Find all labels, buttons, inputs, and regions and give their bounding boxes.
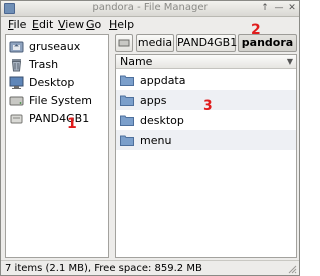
menu-help[interactable]: Help <box>109 18 134 32</box>
menu-view[interactable]: View <box>58 18 84 32</box>
resize-grip-icon[interactable] <box>287 264 297 274</box>
close-icon[interactable]: ✕ <box>286 2 298 14</box>
sidebar-item-trash[interactable]: Trash <box>9 55 107 73</box>
menu-help-label: elp <box>117 18 135 31</box>
sidebar-item-filesystem[interactable]: File System <box>9 91 107 109</box>
menu-go-label: o <box>94 18 102 31</box>
path-button-pandora[interactable]: pandora <box>238 34 297 52</box>
places-sidebar: gruseaux Trash Desktop File System PAND4… <box>5 34 109 258</box>
folder-icon <box>120 135 134 146</box>
sidebar-item-label: Desktop <box>29 75 75 89</box>
menu-edit[interactable]: Edit <box>32 18 53 32</box>
file-list: Name ▼ appdata apps desktop menu <box>115 54 297 258</box>
path-bar: media PAND4GB1 pandora <box>115 34 297 52</box>
folder-icon <box>120 115 134 126</box>
file-name: appdata <box>140 73 186 87</box>
menu-file[interactable]: File <box>8 18 26 32</box>
status-text: 7 items (2.1 MB), Free space: 859.2 MB <box>5 263 202 274</box>
menu-view-label: iew <box>65 18 85 31</box>
column-header-name[interactable]: Name ▼ <box>116 55 296 69</box>
menu-file-label: ile <box>13 18 27 31</box>
trash-icon <box>11 58 22 71</box>
menu-edit-mnemonic: E <box>32 18 39 31</box>
annotation-1: 1 <box>67 116 77 132</box>
minimize-icon[interactable]: — <box>273 2 285 14</box>
menu-go-mnemonic: G <box>86 18 95 31</box>
sidebar-item-label: Trash <box>29 57 59 71</box>
removable-drive-icon <box>10 114 23 123</box>
sidebar-item-pand4gb1[interactable]: PAND4GB1 <box>9 109 107 127</box>
folder-icon <box>120 75 134 86</box>
file-name: menu <box>140 133 172 147</box>
sidebar-item-desktop[interactable]: Desktop <box>9 73 107 91</box>
drive-icon <box>118 39 130 47</box>
column-header-label: Name <box>120 55 153 68</box>
folder-icon <box>120 95 134 106</box>
home-folder-icon <box>9 41 24 52</box>
sidebar-item-label: gruseaux <box>29 39 81 53</box>
harddrive-icon <box>9 96 24 105</box>
file-name: desktop <box>140 113 184 127</box>
window-title: pandora - File Manager <box>92 2 208 13</box>
menu-go[interactable]: Go <box>86 18 101 32</box>
sidebar-item-label: File System <box>29 93 92 107</box>
path-button-pand4gb1[interactable]: PAND4GB1 <box>176 34 237 52</box>
status-bar: 7 items (2.1 MB), Free space: 859.2 MB <box>1 260 299 275</box>
annotation-3: 3 <box>203 98 213 114</box>
sidebar-item-label: PAND4GB1 <box>29 111 90 125</box>
menu-edit-label: dit <box>38 18 54 31</box>
file-row[interactable]: appdata <box>116 70 296 90</box>
path-root-button[interactable] <box>115 34 133 52</box>
maximize-icon[interactable]: ↑ <box>259 2 271 14</box>
file-name: apps <box>140 93 167 107</box>
desktop-icon <box>9 76 24 89</box>
file-row[interactable]: menu <box>116 130 296 150</box>
sidebar-item-home[interactable]: gruseaux <box>9 37 107 55</box>
annotation-2: 2 <box>251 22 261 38</box>
file-manager-window: pandora - File Manager ↑ — ✕ File Edit V… <box>0 0 300 276</box>
path-button-media[interactable]: media <box>136 34 174 52</box>
title-bar[interactable]: pandora - File Manager ↑ — ✕ <box>1 1 299 17</box>
sort-arrow-icon: ▼ <box>286 57 293 66</box>
